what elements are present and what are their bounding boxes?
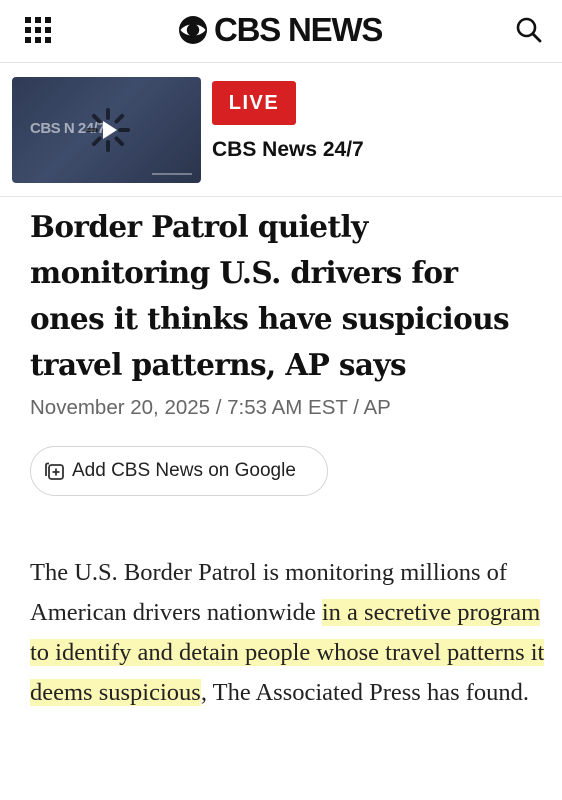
add-on-google-button[interactable]: Add CBS News on Google bbox=[30, 446, 328, 496]
grid-menu-icon[interactable] bbox=[24, 16, 52, 44]
live-video-thumbnail[interactable]: CBS N 24/7 bbox=[12, 77, 201, 183]
article-headline: Border Patrol quietly monitoring U.S. dr… bbox=[30, 209, 510, 382]
brand-name: CBS NEWS bbox=[214, 11, 383, 48]
play-icon[interactable] bbox=[85, 107, 131, 153]
article-byline: November 20, 2025 / 7:53 AM EST / AP bbox=[30, 396, 391, 419]
search-icon[interactable] bbox=[514, 15, 544, 45]
live-badge: LIVE bbox=[212, 81, 296, 125]
site-header: CBS NEWS bbox=[0, 0, 562, 63]
live-stream-promo: CBS N 24/7 LIVE CBS News 24/7 bbox=[0, 62, 562, 197]
cbs-eye-icon bbox=[179, 16, 207, 44]
add-on-google-label: Add CBS News on Google bbox=[72, 460, 296, 481]
live-stream-title[interactable]: CBS News 24/7 bbox=[212, 138, 364, 162]
body-text-end: , The Associated Press has found. bbox=[200, 679, 530, 706]
article-body-paragraph: The U.S. Border Patrol is monitoring mil… bbox=[30, 553, 550, 713]
add-source-icon bbox=[45, 462, 64, 480]
thumbnail-ticker bbox=[152, 173, 192, 175]
cbs-news-logo[interactable]: CBS NEWS bbox=[178, 11, 383, 49]
